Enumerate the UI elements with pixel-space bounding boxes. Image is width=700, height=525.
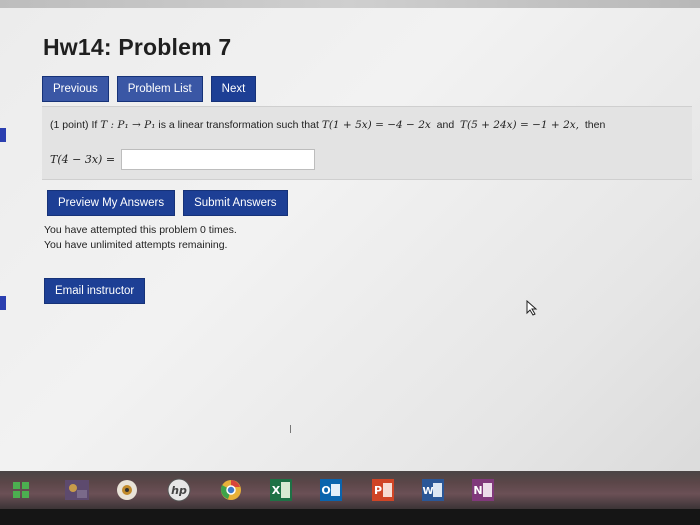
then-text: then — [584, 119, 606, 131]
svg-text:O: O — [321, 484, 330, 497]
monitor-bezel — [0, 509, 700, 525]
mouse-cursor-icon — [526, 299, 540, 321]
page-title: Hw14: Problem 7 — [43, 34, 232, 60]
submit-answers-button[interactable]: Submit Answers — [183, 190, 288, 216]
condition-1: T(1 + 5x) = −4 − 2x — [321, 119, 431, 131]
answer-label: T(4 − 3x) = — [50, 153, 116, 166]
browser-top-strip — [0, 0, 700, 8]
problem-box: (1 point) If T : P₁ → P₁ is a linear tra… — [42, 106, 692, 180]
condition-2: T(5 + 24x) = −1 + 2x, — [460, 119, 580, 131]
chrome-icon[interactable] — [218, 479, 244, 501]
problem-nav: Previous Problem List Next — [42, 76, 257, 102]
outlook-icon[interactable]: O — [318, 479, 344, 501]
answer-input[interactable] — [121, 149, 316, 170]
hp-icon[interactable]: hp — [166, 478, 192, 502]
left-edge-accent — [0, 128, 6, 142]
problem-list-button[interactable]: Problem List — [116, 76, 203, 102]
answer-actions: Preview My Answers Submit Answers — [47, 190, 288, 216]
svg-text:W: W — [422, 486, 433, 497]
powerpoint-icon[interactable]: P — [370, 479, 396, 501]
left-edge-accent — [0, 296, 6, 310]
problem-statement: (1 point) If T : P₁ → P₁ is a linear tra… — [50, 119, 605, 131]
media-player-icon[interactable] — [114, 479, 140, 501]
svg-text:N: N — [473, 484, 482, 497]
svg-text:X: X — [272, 484, 281, 497]
attempts-line: You have attempted this problem 0 times. — [44, 224, 237, 236]
taskbar: hp X O P W N — [0, 471, 700, 509]
excel-icon[interactable]: X — [268, 479, 294, 501]
answer-row: T(4 − 3x) = — [50, 149, 316, 170]
preview-answers-button[interactable]: Preview My Answers — [47, 190, 176, 216]
word-icon[interactable]: W — [420, 479, 446, 501]
statement-middle: is a linear transformation such that — [158, 119, 319, 131]
email-area: Email instructor — [44, 278, 146, 304]
previous-button[interactable]: Previous — [42, 76, 109, 102]
email-instructor-button[interactable]: Email instructor — [44, 278, 146, 304]
statement-prefix: If — [91, 119, 98, 131]
svg-text:P: P — [374, 484, 382, 497]
onenote-icon[interactable]: N — [470, 479, 496, 501]
attempt-status: You have attempted this problem 0 times.… — [44, 223, 237, 253]
points-label: (1 point) — [50, 119, 89, 131]
svg-text:hp: hp — [171, 484, 187, 497]
photo-app-icon[interactable] — [64, 479, 90, 501]
next-button[interactable]: Next — [210, 76, 257, 102]
screen-mark — [290, 425, 291, 433]
map-expression: T : P₁ → P₁ — [100, 119, 156, 131]
windows-start-icon[interactable] — [8, 479, 34, 501]
and-text: and — [436, 119, 455, 131]
remaining-line: You have unlimited attempts remaining. — [44, 239, 228, 251]
